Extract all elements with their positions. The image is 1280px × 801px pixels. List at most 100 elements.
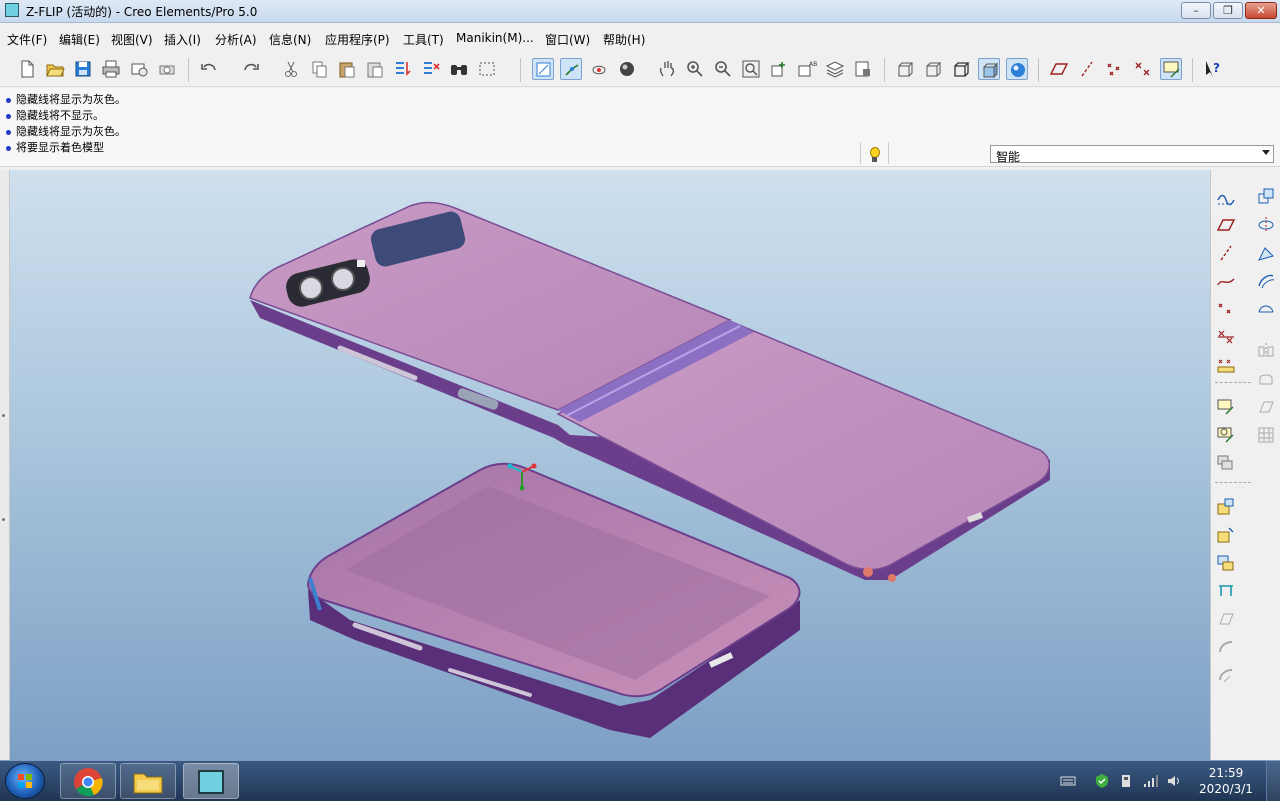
datum-csys-icon[interactable] — [1215, 326, 1237, 348]
datum-planes-icon[interactable] — [1048, 58, 1070, 80]
menu-view[interactable]: 视图(V) — [111, 31, 153, 48]
zoom-in-icon[interactable] — [684, 58, 706, 80]
datum-axes-icon[interactable] — [1076, 58, 1098, 80]
enhanced-realism-icon[interactable] — [1006, 58, 1028, 80]
zoom-out-icon[interactable] — [712, 58, 734, 80]
redraw-icon[interactable] — [532, 58, 554, 80]
creo-taskbar-icon[interactable] — [183, 763, 239, 799]
menu-manikin[interactable]: Manikin(M)... — [456, 31, 534, 45]
file-explorer-icon[interactable] — [120, 763, 176, 799]
bullet-icon — [6, 129, 11, 135]
menu-help[interactable]: 帮助(H) — [603, 31, 645, 48]
menu-insert[interactable]: 插入(I) — [164, 31, 201, 48]
menu-info[interactable]: 信息(N) — [269, 31, 311, 48]
chrome-icon[interactable] — [60, 763, 116, 799]
minimize-icon[interactable]: – — [1181, 2, 1211, 19]
start-button[interactable] — [5, 763, 45, 799]
datum-axis-icon[interactable] — [1215, 242, 1237, 264]
pattern-icon[interactable] — [1215, 608, 1237, 630]
menu-window[interactable]: 窗口(W) — [545, 31, 590, 48]
show-desktop-button[interactable] — [1266, 761, 1280, 801]
mirror-icon[interactable] — [1255, 340, 1277, 362]
note-icon[interactable] — [1215, 396, 1237, 418]
regen-manager-icon[interactable] — [420, 58, 442, 80]
menu-bar: 文件(F) 编辑(E) 视图(V) 插入(I) 分析(A) 信息(N) 应用程序… — [0, 23, 1280, 51]
layers-icon[interactable] — [824, 58, 846, 80]
datum-points-icon[interactable] — [1104, 58, 1126, 80]
pan-hand-icon[interactable] — [656, 58, 678, 80]
menu-edit[interactable]: 编辑(E) — [59, 31, 100, 48]
shell-icon[interactable] — [1255, 368, 1277, 390]
view-options-icon[interactable] — [1215, 452, 1237, 474]
undo-icon[interactable] — [198, 58, 220, 80]
analysis-icon[interactable] — [1215, 354, 1237, 376]
network-icon[interactable] — [1142, 773, 1158, 789]
blend-icon[interactable] — [1255, 270, 1277, 292]
menu-applications[interactable]: 应用程序(P) — [325, 31, 390, 48]
csys-icon[interactable] — [1132, 58, 1154, 80]
close-icon[interactable]: ✕ — [1245, 2, 1277, 19]
revolve-icon[interactable] — [1255, 214, 1277, 236]
new-file-icon[interactable] — [16, 58, 38, 80]
send-mail-icon[interactable] — [128, 58, 150, 80]
context-help-icon[interactable]: ? — [1202, 58, 1224, 80]
extrude-icon[interactable] — [1215, 524, 1237, 546]
open-folder-icon[interactable] — [44, 58, 66, 80]
reorient-icon[interactable] — [768, 58, 790, 80]
menu-analysis[interactable]: 分析(A) — [215, 31, 257, 48]
save-icon[interactable] — [72, 58, 94, 80]
view-manager-icon[interactable] — [852, 58, 874, 80]
volume-icon[interactable] — [1166, 773, 1182, 789]
annotations-icon[interactable] — [1160, 58, 1182, 80]
hole-icon[interactable] — [1255, 298, 1277, 320]
hidden-line-icon[interactable] — [922, 58, 944, 80]
paste-feature-icon[interactable] — [1215, 496, 1237, 518]
paste-special-icon[interactable] — [364, 58, 386, 80]
cut-icon[interactable] — [280, 58, 302, 80]
print-icon[interactable] — [100, 58, 122, 80]
graphics-viewport[interactable] — [10, 170, 1210, 760]
restore-icon[interactable]: ❐ — [1213, 2, 1243, 19]
trim-icon[interactable] — [1215, 664, 1237, 686]
datum-point-icon[interactable] — [1215, 298, 1237, 320]
select-box-icon[interactable] — [476, 58, 498, 80]
creo-app-icon[interactable] — [5, 3, 19, 17]
system-clock[interactable]: 21:59 2020/3/1 — [1196, 765, 1256, 797]
draft-icon[interactable] — [1255, 424, 1277, 446]
copy-icon[interactable] — [308, 58, 330, 80]
no-hidden-icon[interactable] — [950, 58, 972, 80]
paste-icon[interactable] — [336, 58, 358, 80]
redo-icon[interactable] — [240, 58, 262, 80]
round-icon[interactable] — [1215, 552, 1237, 574]
appearance-sphere-icon[interactable] — [616, 58, 638, 80]
left-sash[interactable] — [0, 170, 10, 760]
named-views-icon[interactable]: AB — [796, 58, 818, 80]
selection-filter-dropdown[interactable]: 智能 — [990, 145, 1274, 164]
sketch-curve-icon[interactable] — [1215, 186, 1237, 208]
regenerate-icon[interactable] — [392, 58, 414, 80]
spin-center-icon[interactable] — [560, 58, 582, 80]
message-text: 将要显示着色模型 — [16, 141, 104, 154]
chevron-down-icon[interactable] — [1262, 150, 1270, 155]
rib-icon[interactable] — [1255, 396, 1277, 418]
copy-feature-icon[interactable] — [1255, 186, 1277, 208]
main-toolbar: AB ? — [0, 52, 1280, 87]
menu-file[interactable]: 文件(F) — [7, 31, 47, 48]
style-icon[interactable] — [1215, 424, 1237, 446]
chamfer-icon[interactable] — [1215, 580, 1237, 602]
security-icon[interactable] — [1094, 773, 1110, 789]
orient-mode-icon[interactable] — [588, 58, 610, 80]
message-text: 隐藏线将显示为灰色。 — [16, 125, 126, 138]
usb-icon[interactable] — [1118, 773, 1134, 789]
datum-curve-icon[interactable] — [1215, 270, 1237, 292]
datum-plane-icon[interactable] — [1215, 214, 1237, 236]
menu-tools[interactable]: 工具(T) — [403, 31, 444, 48]
shading-icon[interactable] — [978, 58, 1000, 80]
wireframe-icon[interactable] — [894, 58, 916, 80]
quick-print-icon[interactable] — [156, 58, 178, 80]
merge-icon[interactable] — [1215, 636, 1237, 658]
keyboard-icon[interactable] — [1060, 773, 1076, 789]
sweep-icon[interactable] — [1255, 242, 1277, 264]
refit-icon[interactable] — [740, 58, 762, 80]
find-icon[interactable] — [448, 58, 470, 80]
